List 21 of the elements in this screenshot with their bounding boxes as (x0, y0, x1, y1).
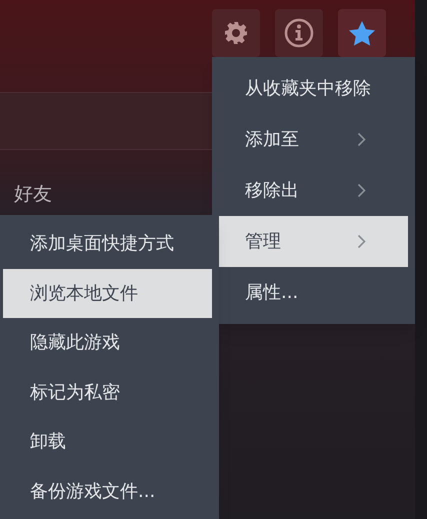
menu-item[interactable]: 从收藏夹中移除 (219, 63, 408, 114)
submenu-item[interactable]: 添加桌面快捷方式 (3, 219, 212, 268)
chevron-icon (357, 183, 366, 198)
menu-item[interactable]: 移除出 (219, 165, 408, 216)
submenu-item[interactable]: 标记为私密 (3, 368, 212, 417)
info-button[interactable] (275, 9, 323, 57)
star-button[interactable] (338, 9, 386, 57)
submenu-item[interactable]: 浏览本地文件 (3, 268, 212, 318)
gear-button[interactable] (212, 9, 260, 57)
friends-label: 好友 (14, 182, 52, 207)
menu-item[interactable]: 添加至 (219, 114, 408, 165)
menu-item[interactable]: 属性... (219, 267, 408, 318)
menu-item[interactable]: 管理 (219, 216, 408, 267)
submenu-item[interactable]: 隐藏此游戏 (3, 318, 212, 368)
info-icon (284, 18, 314, 48)
chevron-icon (357, 132, 366, 147)
submenu-item[interactable]: 卸载 (3, 417, 212, 466)
gear-icon (224, 21, 248, 45)
submenu-item[interactable]: 备份游戏文件... (3, 466, 212, 516)
chevron-icon (357, 234, 366, 249)
star-icon (348, 20, 376, 46)
